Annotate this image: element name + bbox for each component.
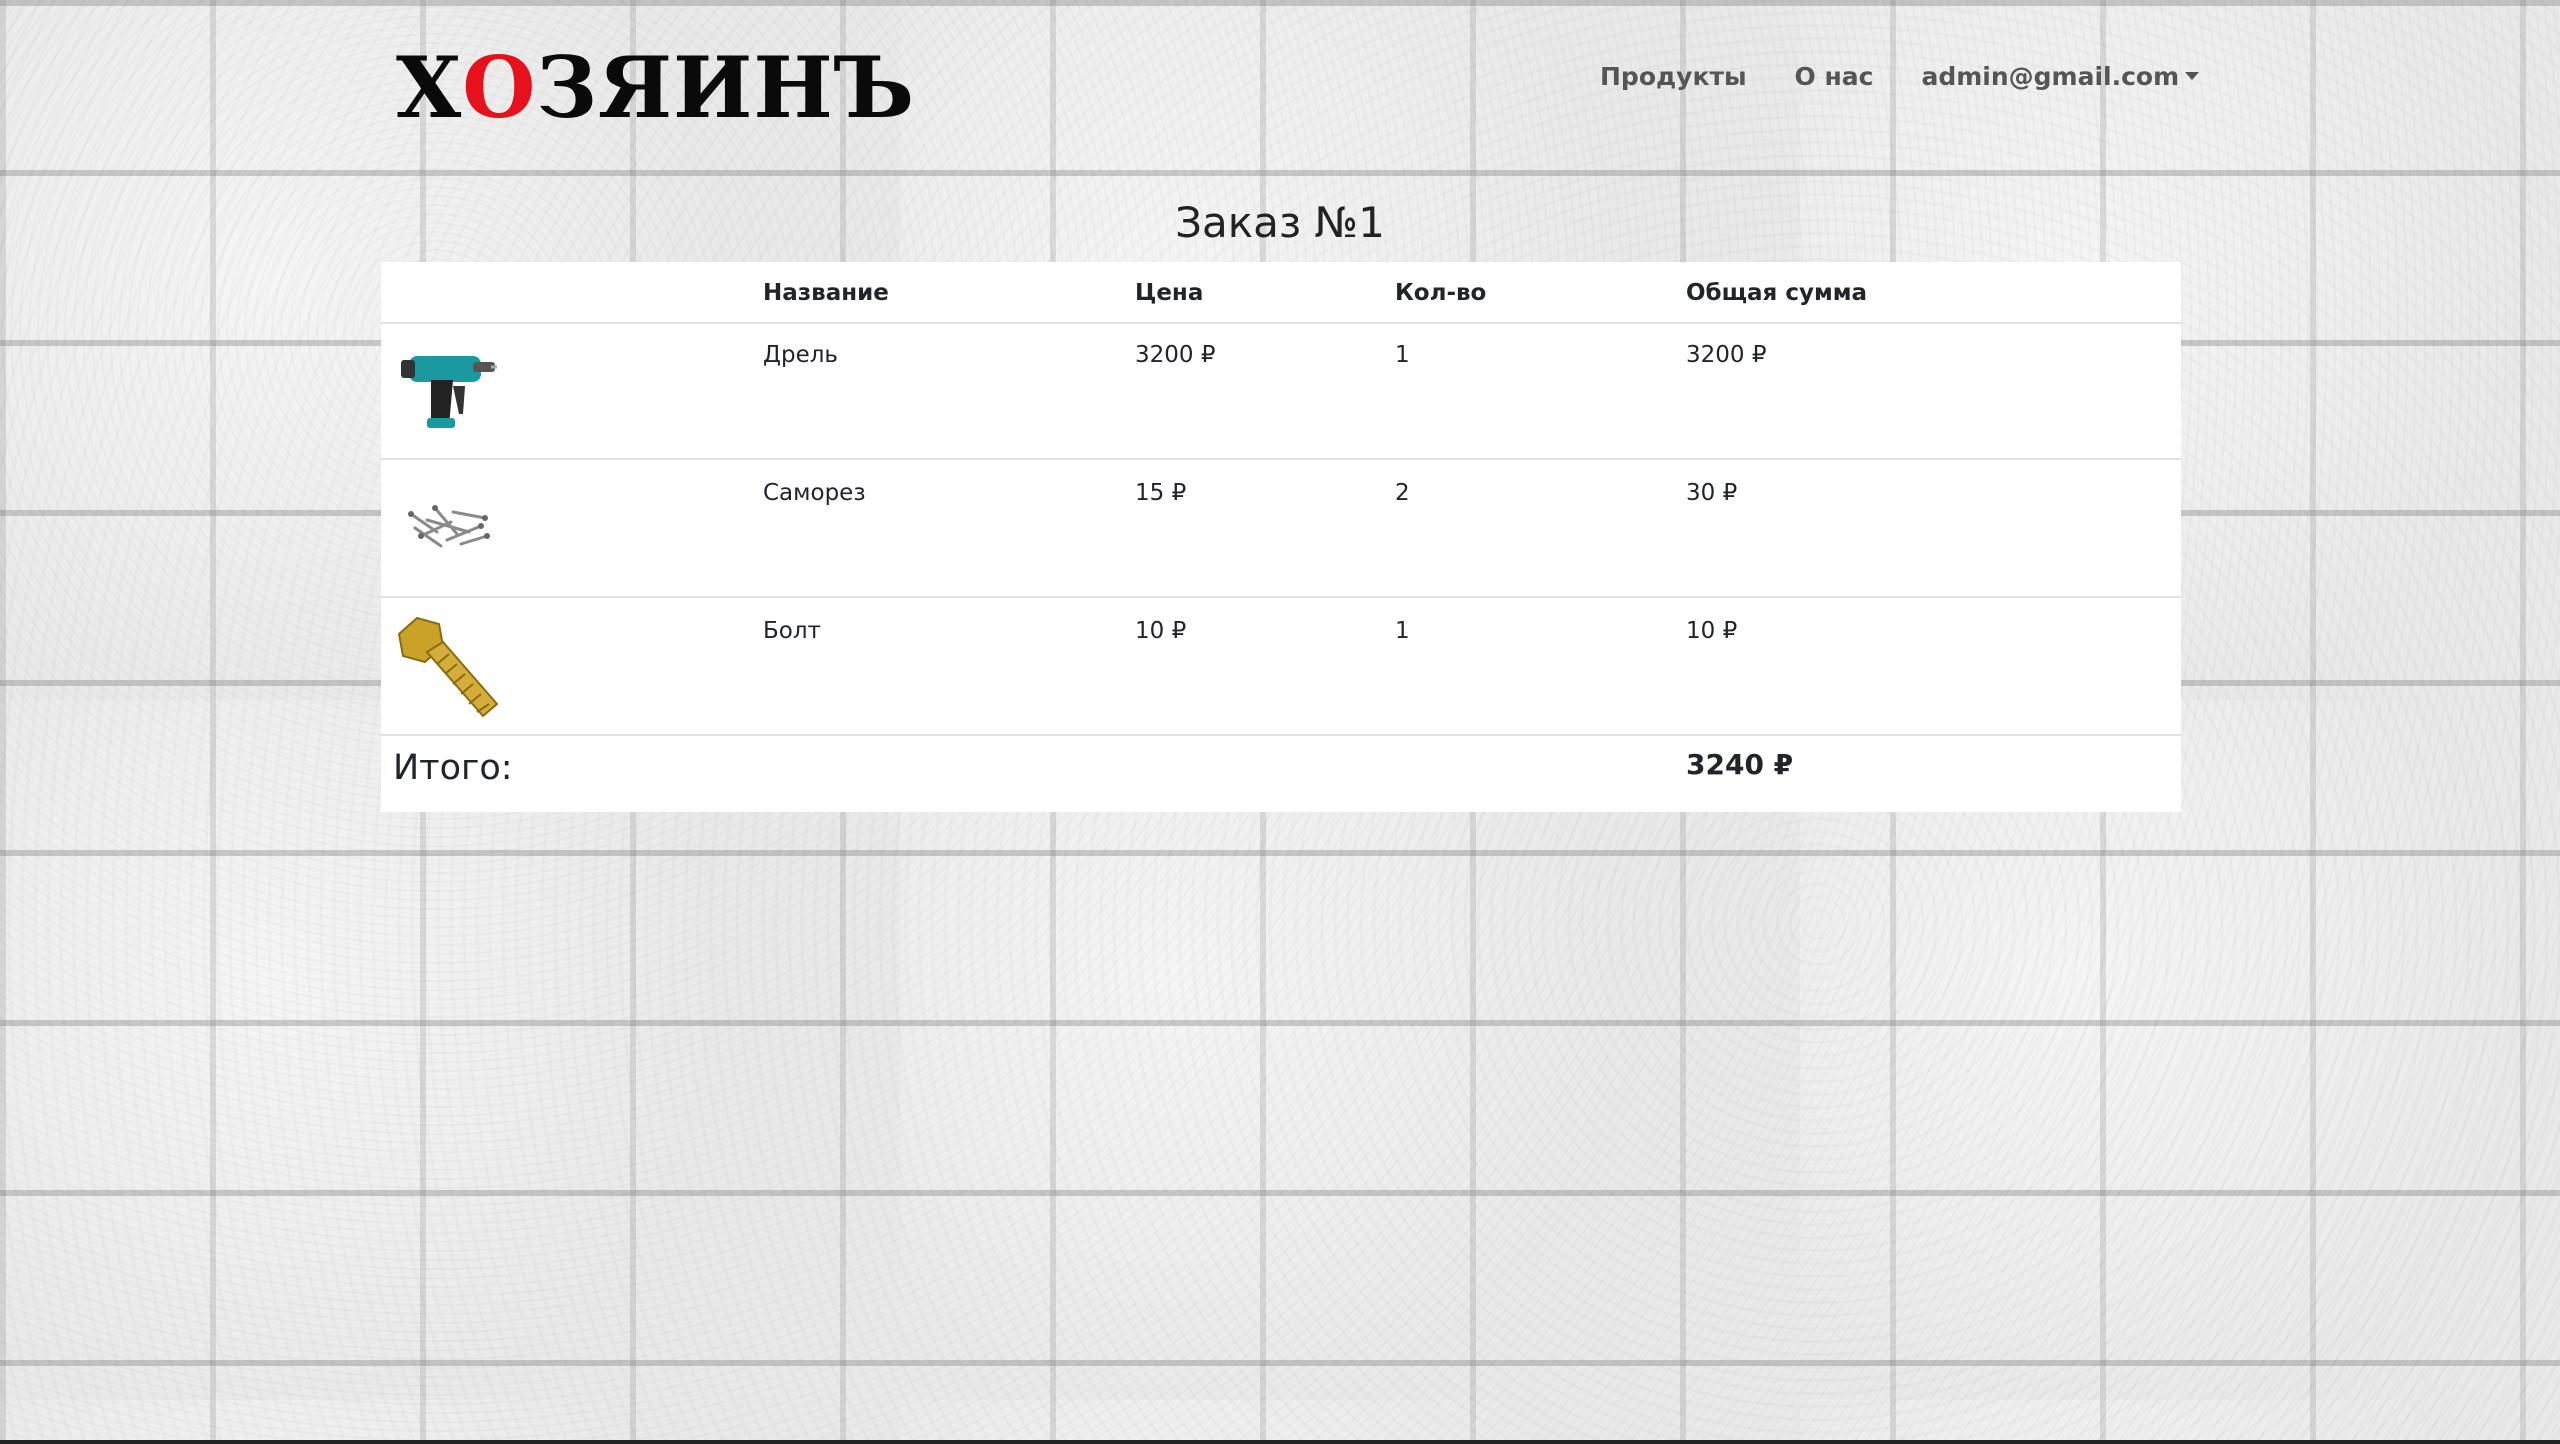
nav-about-link[interactable]: О нас	[1795, 62, 1874, 91]
table-total-row: Итого: 3240 ₽	[381, 736, 2181, 812]
cell-name: Болт	[763, 618, 821, 644]
caret-down-icon	[2185, 72, 2200, 80]
logo-accent-letter: О	[462, 38, 537, 137]
total-value: 3240 ₽	[1686, 748, 1794, 781]
cell-price: 3200 ₽	[1135, 342, 1216, 368]
cell-name: Дрель	[763, 342, 838, 368]
screws-image	[408, 505, 490, 548]
account-email: admin@gmail.com	[1921, 62, 2180, 91]
logo-letter: Х	[396, 38, 463, 137]
page-title: Заказ №1	[1175, 198, 1385, 247]
cell-price: 10 ₽	[1135, 618, 1187, 644]
cell-sum: 30 ₽	[1686, 480, 1738, 506]
order-table: Название Цена Кол-во Общая сумма Дрель 3…	[381, 262, 2181, 812]
table-row: Дрель 3200 ₽ 1 3200 ₽	[381, 322, 2181, 460]
top-nav: Продукты О нас admin@gmail.com	[1600, 62, 2200, 91]
header-qty: Кол-во	[1395, 280, 1487, 306]
logo-text: ЗЯИНЪ	[536, 38, 916, 137]
account-dropdown[interactable]: admin@gmail.com	[1921, 62, 2200, 91]
header-price: Цена	[1135, 280, 1204, 306]
site-logo[interactable]: ХОЗЯИНЪ	[396, 38, 915, 138]
cell-qty: 1	[1395, 342, 1410, 368]
nav-products-link[interactable]: Продукты	[1600, 62, 1747, 91]
table-header-row: Название Цена Кол-во Общая сумма	[381, 262, 2181, 324]
cell-name: Саморез	[763, 480, 866, 506]
total-label: Итого:	[393, 748, 513, 788]
page-bottom-border	[0, 1440, 2560, 1444]
header-sum: Общая сумма	[1686, 280, 1868, 306]
cell-qty: 2	[1395, 480, 1410, 506]
cell-sum: 3200 ₽	[1686, 342, 1767, 368]
cell-qty: 1	[1395, 618, 1410, 644]
header-name: Название	[763, 280, 889, 306]
cell-sum: 10 ₽	[1686, 618, 1738, 644]
table-row: Саморез 15 ₽ 2 30 ₽	[381, 460, 2181, 598]
bolt-image	[397, 616, 499, 718]
table-row: Болт 10 ₽ 1 10 ₽	[381, 598, 2181, 736]
cell-price: 15 ₽	[1135, 480, 1187, 506]
drill-image	[401, 356, 497, 428]
